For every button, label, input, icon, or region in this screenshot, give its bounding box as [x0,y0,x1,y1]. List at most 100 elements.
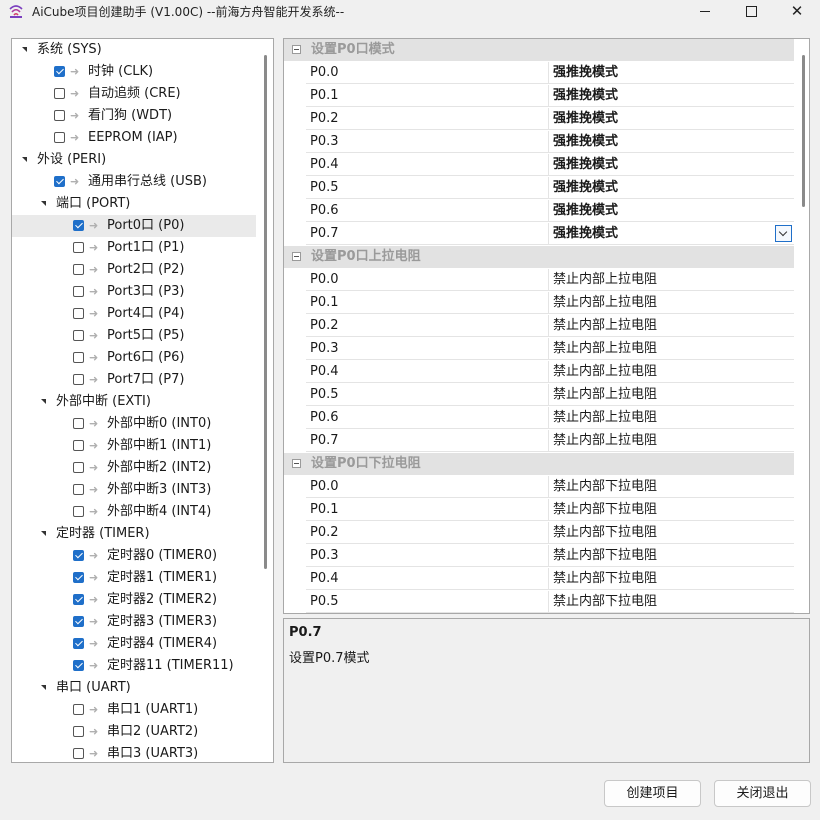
tree-item[interactable]: ➜ Port0口 (P0) [12,215,256,237]
tree-item[interactable]: ➜ 定时器11 (TIMER11) [12,655,256,677]
property-category[interactable]: 设置P0口模式 [284,39,794,61]
property-value[interactable]: 禁止内部上拉电阻 [553,269,657,291]
tree-item[interactable]: ➜ 外部中断0 (INT0) [12,413,256,435]
expand-triangle-icon[interactable] [22,47,27,52]
tree-checkbox[interactable] [73,286,84,297]
tree-item[interactable]: ➜ 定时器1 (TIMER1) [12,567,256,589]
property-row[interactable]: P0.7 强推挽模式 [306,223,794,245]
tree-checkbox[interactable] [54,66,65,77]
tree-item[interactable]: ➜ 自动追频 (CRE) [12,83,256,105]
property-row[interactable]: P0.3 强推挽模式 [306,131,794,153]
tree-checkbox[interactable] [73,638,84,649]
expand-triangle-icon[interactable] [41,201,46,206]
property-category[interactable]: 设置P0口下拉电阻 [284,453,794,475]
tree-checkbox[interactable] [73,572,84,583]
property-value[interactable]: 禁止内部上拉电阻 [553,338,657,360]
tree-item[interactable]: ➜ 通用串行总线 (USB) [12,171,256,193]
collapse-icon[interactable] [292,252,301,261]
peripheral-tree[interactable]: 系统 (SYS) ➜ 时钟 (CLK) ➜ 自动追频 (CRE) ➜ 看门狗 (WDT) ➜ E… [11,38,274,763]
property-row[interactable]: P0.1 禁止内部上拉电阻 [306,292,794,314]
tree-item[interactable]: ➜ Port6口 (P6) [12,347,256,369]
tree-checkbox[interactable] [73,704,84,715]
tree-checkbox[interactable] [73,352,84,363]
property-value[interactable]: 强推挽模式 [553,131,618,153]
property-row[interactable]: P0.0 强推挽模式 [306,62,794,84]
tree-checkbox[interactable] [73,242,84,253]
tree-item[interactable]: ➜ EEPROM (IAP) [12,127,256,149]
property-row[interactable]: P0.1 禁止内部下拉电阻 [306,499,794,521]
tree-item[interactable]: ➜ Port7口 (P7) [12,369,256,391]
tree-checkbox[interactable] [73,462,84,473]
expand-triangle-icon[interactable] [41,685,46,690]
tree-checkbox[interactable] [73,550,84,561]
property-row[interactable]: P0.6 强推挽模式 [306,200,794,222]
tree-item[interactable]: ➜ Port2口 (P2) [12,259,256,281]
tree-item[interactable]: ➜ 定时器4 (TIMER4) [12,633,256,655]
property-row[interactable]: P0.3 禁止内部下拉电阻 [306,545,794,567]
close-window-button[interactable]: ✕ [774,0,820,22]
property-value[interactable]: 强推挽模式 [553,177,618,199]
tree-group[interactable]: 端口 (PORT) [12,193,256,215]
tree-checkbox[interactable] [73,440,84,451]
minimize-button[interactable] [682,0,728,22]
collapse-icon[interactable] [292,45,301,54]
property-row[interactable]: P0.2 强推挽模式 [306,108,794,130]
tree-group[interactable]: 系统 (SYS) [12,39,256,61]
tree-item[interactable]: ➜ 串口3 (UART3) [12,743,256,762]
property-row[interactable]: P0.6 禁止内部上拉电阻 [306,407,794,429]
tree-item[interactable]: ➜ 时钟 (CLK) [12,61,256,83]
property-value[interactable]: 强推挽模式 [553,154,618,176]
property-value[interactable]: 强推挽模式 [553,223,618,245]
property-value[interactable]: 禁止内部下拉电阻 [553,568,657,590]
expand-triangle-icon[interactable] [41,531,46,536]
property-row[interactable]: P0.0 禁止内部下拉电阻 [306,476,794,498]
property-row[interactable]: P0.1 强推挽模式 [306,85,794,107]
tree-item[interactable]: ➜ 定时器2 (TIMER2) [12,589,256,611]
tree-item[interactable]: ➜ Port1口 (P1) [12,237,256,259]
property-scrollbar[interactable] [802,55,805,207]
tree-checkbox[interactable] [73,748,84,759]
tree-item[interactable]: ➜ 串口1 (UART1) [12,699,256,721]
property-value[interactable]: 禁止内部下拉电阻 [553,499,657,521]
property-row[interactable]: P0.4 禁止内部下拉电阻 [306,568,794,590]
property-category[interactable]: 设置P0口上拉电阻 [284,246,794,268]
property-row[interactable]: P0.5 强推挽模式 [306,177,794,199]
property-value[interactable]: 禁止内部上拉电阻 [553,384,657,406]
tree-checkbox[interactable] [54,132,65,143]
property-row[interactable]: P0.0 禁止内部上拉电阻 [306,269,794,291]
tree-item[interactable]: ➜ 定时器3 (TIMER3) [12,611,256,633]
property-value[interactable]: 禁止内部下拉电阻 [553,545,657,567]
tree-item[interactable]: ➜ 看门狗 (WDT) [12,105,256,127]
property-row[interactable]: P0.5 禁止内部下拉电阻 [306,591,794,613]
tree-checkbox[interactable] [73,660,84,671]
property-value[interactable]: 禁止内部下拉电阻 [553,522,657,544]
property-row[interactable]: P0.7 禁止内部上拉电阻 [306,430,794,452]
tree-checkbox[interactable] [73,308,84,319]
tree-checkbox[interactable] [73,418,84,429]
property-row[interactable]: P0.2 禁止内部上拉电阻 [306,315,794,337]
property-row[interactable]: P0.5 禁止内部上拉电阻 [306,384,794,406]
tree-checkbox[interactable] [73,506,84,517]
tree-checkbox[interactable] [73,264,84,275]
tree-checkbox[interactable] [73,220,84,231]
close-exit-button[interactable]: 关闭退出 [714,780,811,807]
tree-item[interactable]: ➜ 外部中断2 (INT2) [12,457,256,479]
property-value[interactable]: 禁止内部上拉电阻 [553,292,657,314]
tree-checkbox[interactable] [73,594,84,605]
property-value[interactable]: 禁止内部下拉电阻 [553,476,657,498]
tree-checkbox[interactable] [73,374,84,385]
tree-item[interactable]: ➜ 外部中断1 (INT1) [12,435,256,457]
tree-group[interactable]: 串口 (UART) [12,677,256,699]
tree-scrollbar[interactable] [264,55,267,569]
tree-item[interactable]: ➜ Port4口 (P4) [12,303,256,325]
property-value[interactable]: 禁止内部上拉电阻 [553,407,657,429]
tree-group[interactable]: 外部中断 (EXTI) [12,391,256,413]
tree-checkbox[interactable] [54,110,65,121]
property-value[interactable]: 强推挽模式 [553,108,618,130]
tree-item[interactable]: ➜ Port5口 (P5) [12,325,256,347]
property-row[interactable]: P0.2 禁止内部下拉电阻 [306,522,794,544]
tree-checkbox[interactable] [54,88,65,99]
tree-item[interactable]: ➜ 串口2 (UART2) [12,721,256,743]
tree-group[interactable]: 定时器 (TIMER) [12,523,256,545]
tree-checkbox[interactable] [73,484,84,495]
